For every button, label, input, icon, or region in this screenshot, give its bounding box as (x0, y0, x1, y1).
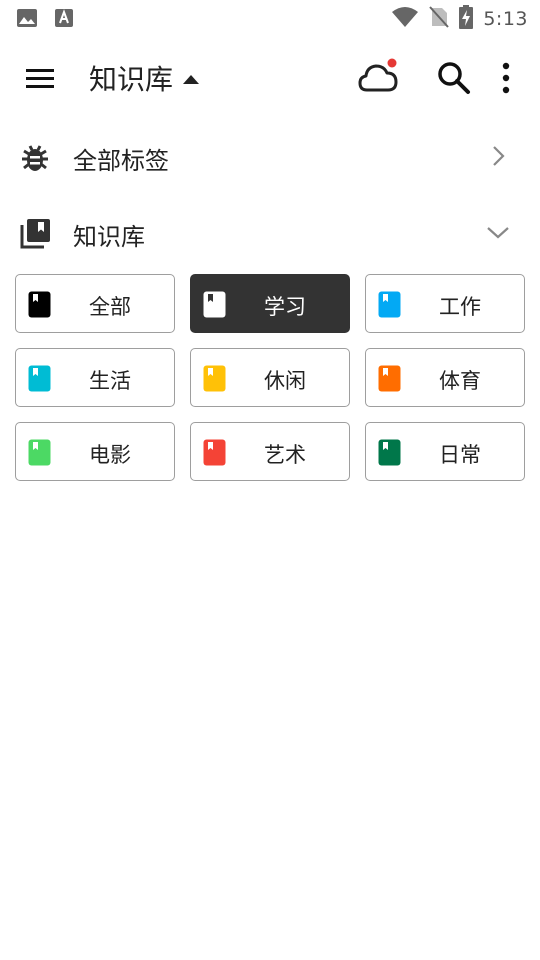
menu-button[interactable] (24, 62, 58, 94)
library-chip[interactable]: 电影 (15, 422, 175, 481)
library-chip-label: 电影 (89, 443, 131, 467)
more-options-button[interactable] (494, 60, 518, 96)
library-chip-label: 艺术 (264, 443, 306, 467)
library-chip[interactable]: 日常 (365, 422, 525, 481)
library-chip-label: 全部 (89, 295, 131, 319)
all-tags-label: 全部标签 (73, 147, 169, 175)
library-chip[interactable]: 体育 (365, 348, 525, 407)
more-vertical-icon (502, 62, 510, 94)
library-chip-label: 生活 (89, 369, 131, 393)
status-bar: 5:13 (0, 0, 540, 36)
image-icon (16, 8, 38, 32)
library-chip-label: 体育 (439, 369, 481, 393)
library-chip[interactable]: 休闲 (190, 348, 350, 407)
library-chip[interactable]: 全部 (15, 274, 175, 333)
search-icon (438, 62, 470, 94)
all-tags-row[interactable]: 全部标签 (0, 124, 540, 188)
font-a-icon (54, 8, 74, 32)
cloud-sync-icon (358, 58, 398, 92)
caret-up-icon (183, 74, 200, 84)
library-books-icon (20, 219, 50, 249)
library-chip[interactable]: 学习 (190, 274, 350, 333)
cloud-sync-button[interactable] (356, 56, 400, 100)
no-sim-icon (429, 6, 450, 32)
library-chip[interactable]: 生活 (15, 348, 175, 407)
library-chip-label: 日常 (439, 443, 481, 467)
library-switcher[interactable]: 知识库 (89, 58, 200, 98)
status-time: 5:13 (483, 8, 528, 30)
app-bar: 知识库 (0, 36, 540, 120)
library-section-header[interactable]: 知识库 (0, 200, 540, 264)
library-chip-label: 工作 (439, 295, 481, 319)
chevron-down-icon (487, 227, 509, 239)
library-chip[interactable]: 艺术 (190, 422, 350, 481)
library-section-label: 知识库 (73, 223, 145, 251)
chevron-right-icon (493, 146, 505, 166)
battery-charging-icon (459, 5, 474, 33)
bug-icon (22, 145, 48, 171)
wifi-icon (391, 6, 419, 32)
page-title: 知识库 (89, 63, 174, 96)
library-chip-label: 学习 (264, 295, 306, 319)
library-chip-label: 休闲 (264, 369, 306, 393)
search-button[interactable] (434, 58, 474, 98)
menu-icon (26, 69, 54, 88)
library-chip[interactable]: 工作 (365, 274, 525, 333)
library-grid: 全部 学习 工作 生活 休闲 体育 电影 艺术 日常 (15, 274, 525, 481)
